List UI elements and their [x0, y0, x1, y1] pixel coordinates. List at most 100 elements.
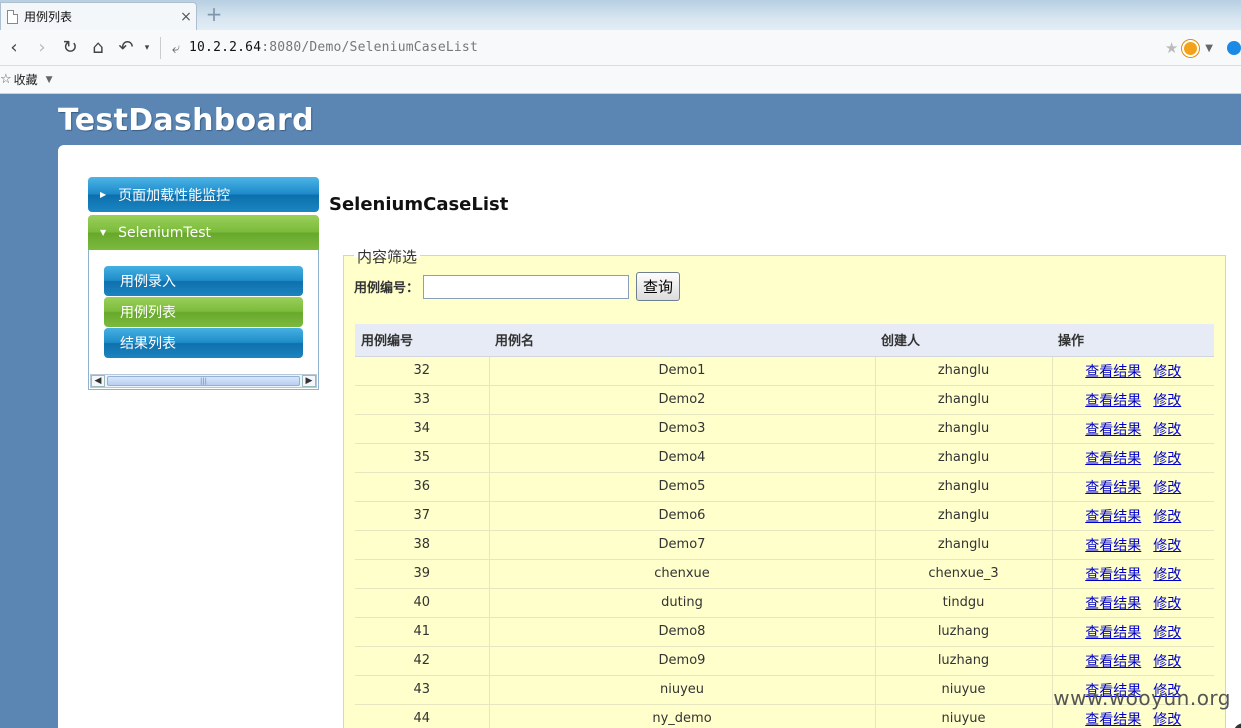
- cell-creator: zhanglu: [875, 530, 1053, 560]
- table-row: 41 Demo8 luzhang 查看结果 修改: [355, 617, 1214, 647]
- edit-link[interactable]: 修改: [1153, 712, 1181, 728]
- column-header-id: 用例编号: [355, 324, 489, 357]
- cell-case-id: 37: [355, 501, 490, 531]
- url-field[interactable]: 10.2.2.64:8080/Demo/SeleniumCaseList: [189, 40, 478, 55]
- browser-tab[interactable]: 用例列表 ×: [0, 2, 197, 30]
- cell-case-name: ny_demo: [489, 704, 876, 728]
- cell-case-name: chenxue: [489, 559, 876, 589]
- sidebar-section-perf[interactable]: ▶ 页面加载性能监控: [88, 177, 319, 212]
- table-body: 32 Demo1 zhanglu 查看结果 修改 33 Demo2 zhanglu 查看结果 修改…: [355, 356, 1214, 728]
- view-result-link[interactable]: 查看结果: [1085, 451, 1141, 467]
- view-result-link[interactable]: 查看结果: [1085, 712, 1141, 728]
- scroll-left-icon[interactable]: ◀: [91, 375, 105, 387]
- floating-side-handle[interactable]: [1233, 723, 1241, 728]
- undo-dropdown-icon[interactable]: ▾: [140, 34, 154, 62]
- view-result-link[interactable]: 查看结果: [1085, 596, 1141, 612]
- favorites-caret-icon[interactable]: ▼: [46, 75, 53, 85]
- cell-actions: 查看结果 修改: [1052, 530, 1214, 560]
- favorites-button[interactable]: 收藏: [14, 71, 38, 88]
- edit-link[interactable]: 修改: [1153, 451, 1181, 467]
- scroll-right-icon[interactable]: ▶: [302, 375, 316, 387]
- filter-legend: 内容筛选: [354, 246, 421, 267]
- sidebar-item-result-list[interactable]: 结果列表: [104, 328, 303, 358]
- new-tab-icon[interactable]: +: [203, 4, 225, 26]
- edit-link[interactable]: 修改: [1153, 364, 1181, 380]
- cell-creator: zhanglu: [875, 443, 1053, 473]
- view-result-link[interactable]: 查看结果: [1085, 654, 1141, 670]
- filter-fieldset: 内容筛选 用例编号： 查询 用例编号 用例名 创建人 操作 32 Demo1 z…: [343, 246, 1226, 728]
- cell-case-name: duting: [489, 588, 876, 618]
- case-id-label: 用例编号：: [354, 281, 420, 296]
- browser-tab-bar: 用例列表 × +: [0, 0, 1241, 30]
- scrollbar-thumb[interactable]: |||: [107, 376, 300, 386]
- cell-case-id: 42: [355, 646, 490, 676]
- view-result-link[interactable]: 查看结果: [1085, 538, 1141, 554]
- cell-actions: 查看结果 修改: [1052, 559, 1214, 589]
- cell-actions: 查看结果 修改: [1052, 501, 1214, 531]
- sidebar: ▶ 页面加载性能监控 ▼ SeleniumTest 用例录入 用例列表 结果列表…: [88, 177, 319, 390]
- view-result-link[interactable]: 查看结果: [1085, 393, 1141, 409]
- dropdown-caret-icon[interactable]: ▼: [1205, 43, 1213, 54]
- cell-actions: 查看结果 修改: [1052, 385, 1214, 415]
- edit-link[interactable]: 修改: [1153, 509, 1181, 525]
- sidebar-item-case-entry[interactable]: 用例录入: [104, 266, 303, 296]
- cell-creator: luzhang: [875, 646, 1053, 676]
- watermark: www.wooyun.org: [1053, 686, 1231, 710]
- cell-creator: zhanglu: [875, 472, 1053, 502]
- table-row: 42 Demo9 luzhang 查看结果 修改: [355, 646, 1214, 676]
- home-icon[interactable]: ⌂: [84, 34, 112, 62]
- address-separator: [160, 36, 161, 59]
- edit-link[interactable]: 修改: [1153, 654, 1181, 670]
- column-header-creator: 创建人: [875, 324, 1052, 357]
- sidebar-section-selenium[interactable]: ▼ SeleniumTest: [88, 215, 319, 250]
- view-result-link[interactable]: 查看结果: [1085, 509, 1141, 525]
- cell-case-id: 44: [355, 704, 490, 728]
- cell-creator: chenxue_3: [875, 559, 1053, 589]
- edit-link[interactable]: 修改: [1153, 480, 1181, 496]
- view-result-link[interactable]: 查看结果: [1085, 567, 1141, 583]
- case-id-input[interactable]: [423, 274, 630, 299]
- edit-link[interactable]: 修改: [1153, 625, 1181, 641]
- edit-link[interactable]: 修改: [1153, 596, 1181, 612]
- filter-row: 用例编号： 查询: [354, 272, 681, 301]
- edit-link[interactable]: 修改: [1153, 538, 1181, 554]
- view-result-link[interactable]: 查看结果: [1085, 625, 1141, 641]
- view-result-link[interactable]: 查看结果: [1085, 364, 1141, 380]
- column-header-name: 用例名: [489, 324, 875, 357]
- url-path: :8080/Demo/SeleniumCaseList: [261, 40, 478, 55]
- reload-icon[interactable]: ↻: [56, 34, 84, 62]
- undo-icon[interactable]: ↶: [112, 34, 140, 62]
- cell-case-id: 40: [355, 588, 490, 618]
- column-header-actions: 操作: [1052, 324, 1214, 357]
- cell-actions: 查看结果 修改: [1052, 588, 1214, 618]
- horizontal-scrollbar[interactable]: ◀ ||| ▶: [90, 374, 317, 388]
- back-icon[interactable]: ‹: [0, 34, 28, 62]
- sidebar-item-case-list[interactable]: 用例列表: [104, 297, 303, 327]
- table-row: 37 Demo6 zhanglu 查看结果 修改: [355, 501, 1214, 531]
- url-host: 10.2.2.64: [189, 40, 262, 55]
- tab-title: 用例列表: [24, 10, 73, 24]
- cell-case-name: Demo2: [489, 385, 876, 415]
- cell-creator: zhanglu: [875, 414, 1053, 444]
- expanded-arrow-icon: ▼: [100, 228, 107, 237]
- tab-close-icon[interactable]: ×: [176, 9, 196, 25]
- cell-case-id: 39: [355, 559, 490, 589]
- cell-creator: niuyue: [875, 704, 1053, 728]
- query-button[interactable]: 查询: [636, 272, 681, 301]
- bookmark-star-icon[interactable]: ★: [1165, 39, 1178, 57]
- table-row: 36 Demo5 zhanglu 查看结果 修改: [355, 472, 1214, 502]
- view-result-link[interactable]: 查看结果: [1085, 480, 1141, 496]
- edit-link[interactable]: 修改: [1153, 393, 1181, 409]
- extension-icon[interactable]: [1182, 39, 1200, 57]
- forward-icon[interactable]: ›: [28, 34, 56, 62]
- cell-creator: niuyue: [875, 675, 1053, 705]
- favorites-bar: ☆ 收藏 ▼: [0, 66, 1241, 94]
- cell-case-id: 32: [355, 356, 490, 386]
- message-icon[interactable]: [1227, 41, 1241, 55]
- edit-link[interactable]: 修改: [1153, 422, 1181, 438]
- edit-link[interactable]: 修改: [1153, 567, 1181, 583]
- page-icon: [7, 9, 18, 24]
- sidebar-section-body: 用例录入 用例列表 结果列表 ◀ ||| ▶: [88, 250, 319, 390]
- view-result-link[interactable]: 查看结果: [1085, 422, 1141, 438]
- table-row: 35 Demo4 zhanglu 查看结果 修改: [355, 443, 1214, 473]
